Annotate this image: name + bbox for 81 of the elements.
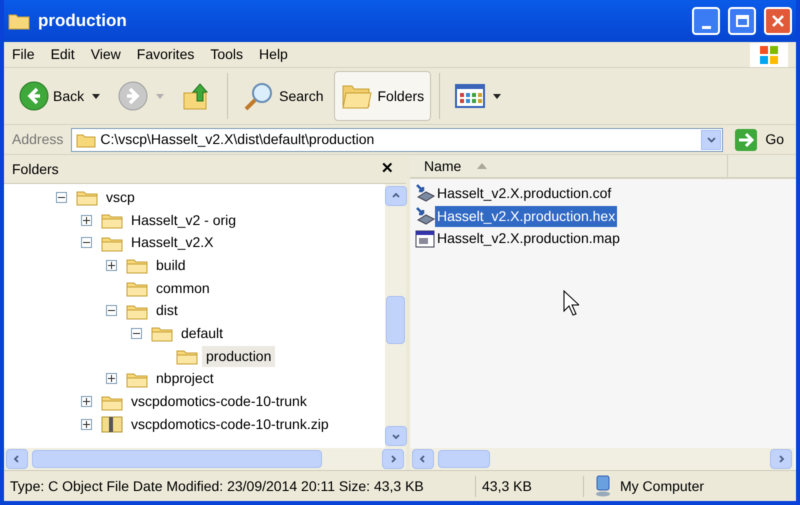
- zip-folder-icon: [101, 415, 123, 434]
- chevron-icon: [392, 192, 400, 200]
- scroll-up-button[interactable]: [384, 186, 406, 206]
- tree-item[interactable]: vscpdomotics-code-10-trunk.zip: [127, 414, 333, 435]
- tree-item[interactable]: production: [202, 346, 276, 367]
- go-button[interactable]: Go: [731, 128, 788, 150]
- status-details: Type: C Object File Date Modified: 23/09/2014 20:11 Size: 43,3 KB: [4, 476, 476, 496]
- window-title: production: [38, 10, 127, 32]
- menu-item[interactable]: Edit: [42, 44, 83, 65]
- tree-item[interactable]: common: [152, 278, 214, 299]
- chevron-down-icon: [706, 136, 716, 142]
- windows-logo-icon: [750, 42, 788, 66]
- caret-icon: [92, 94, 100, 98]
- chevron-icon: [392, 432, 400, 440]
- status-zone: My Computer: [620, 476, 704, 496]
- mouse-pointer-icon: [563, 290, 579, 316]
- file-name[interactable]: Hasselt_v2.X.production.cof: [435, 182, 614, 204]
- tree-item[interactable]: default: [177, 322, 228, 344]
- scroll-right-button[interactable]: [382, 449, 404, 469]
- tree-item[interactable]: build: [152, 254, 190, 276]
- menu-item[interactable]: View: [82, 44, 129, 65]
- plus-icon: [83, 420, 90, 428]
- expand-toggle[interactable]: [106, 260, 117, 271]
- caret-icon: [493, 94, 502, 98]
- tree-item[interactable]: Hasselt_v2 - orig: [127, 210, 240, 231]
- back-button[interactable]: Back: [12, 71, 108, 121]
- folders-button[interactable]: Folders: [334, 71, 432, 121]
- tree-item[interactable]: vscpdomotics-code-10-trunk: [127, 391, 311, 412]
- scrollbar-thumb[interactable]: [438, 450, 490, 468]
- collapse-toggle[interactable]: [106, 305, 117, 316]
- chevron-icon: [13, 455, 21, 463]
- maximize-button[interactable]: [728, 7, 756, 35]
- scroll-right-button[interactable]: [770, 449, 792, 469]
- tree-item[interactable]: vscp: [102, 186, 139, 208]
- minimize-button[interactable]: [692, 7, 720, 35]
- scroll-down-button[interactable]: [384, 426, 406, 446]
- sort-ascending-icon: [477, 163, 488, 169]
- collapse-toggle[interactable]: [131, 328, 142, 339]
- collapse-toggle[interactable]: [81, 237, 92, 248]
- tree-item[interactable]: nbproject: [152, 368, 218, 390]
- menu-item[interactable]: Favorites: [128, 44, 202, 65]
- expand-toggle[interactable]: [81, 418, 92, 430]
- menu-item[interactable]: File: [4, 44, 43, 65]
- scrollbar-thumb[interactable]: [386, 296, 405, 344]
- expand-toggle[interactable]: [81, 396, 92, 408]
- close-pane-button[interactable]: ✕: [377, 158, 398, 180]
- tree-item[interactable]: dist: [152, 300, 182, 322]
- address-label: Address: [12, 130, 64, 149]
- menu-item[interactable]: Tools: [202, 44, 252, 65]
- expand-toggle[interactable]: [106, 373, 117, 384]
- chevron-icon: [777, 455, 785, 463]
- menu-item[interactable]: Help: [251, 44, 296, 65]
- caret-icon: [156, 94, 164, 98]
- chevron-icon: [419, 455, 427, 463]
- file-name[interactable]: Hasselt_v2.X.production.hex: [435, 206, 618, 227]
- collapse-toggle[interactable]: [56, 192, 67, 203]
- status-size: 43,3 KB: [476, 476, 584, 496]
- scroll-left-button[interactable]: [412, 449, 434, 469]
- close-button[interactable]: [764, 7, 792, 35]
- plus-icon: [83, 216, 90, 224]
- scroll-left-button[interactable]: [6, 449, 28, 469]
- chevron-icon: [389, 455, 397, 463]
- dropdown-button[interactable]: [701, 130, 722, 150]
- expand-toggle[interactable]: [81, 214, 92, 226]
- folder-icon: [76, 132, 96, 148]
- address-field[interactable]: C:\vscp\Hasselt_v2.X\dist\default\production: [71, 128, 724, 152]
- computer-icon: [594, 475, 612, 497]
- program-file-icon: [415, 206, 435, 226]
- plus-icon: [108, 262, 115, 269]
- folder-icon: [8, 12, 30, 30]
- search-button[interactable]: Search: [236, 71, 330, 121]
- plus-icon: [108, 375, 115, 382]
- views-grid-icon: [455, 84, 486, 108]
- program-file-icon: [415, 183, 435, 204]
- tree-item[interactable]: Hasselt_v2.X: [127, 232, 218, 254]
- pane-title: Folders: [12, 160, 59, 178]
- scrollbar-thumb[interactable]: [32, 450, 322, 468]
- plus-icon: [83, 398, 90, 406]
- file-name[interactable]: Hasselt_v2.X.production.map: [435, 228, 622, 250]
- document-icon: [415, 230, 435, 248]
- close-icon: [772, 15, 784, 27]
